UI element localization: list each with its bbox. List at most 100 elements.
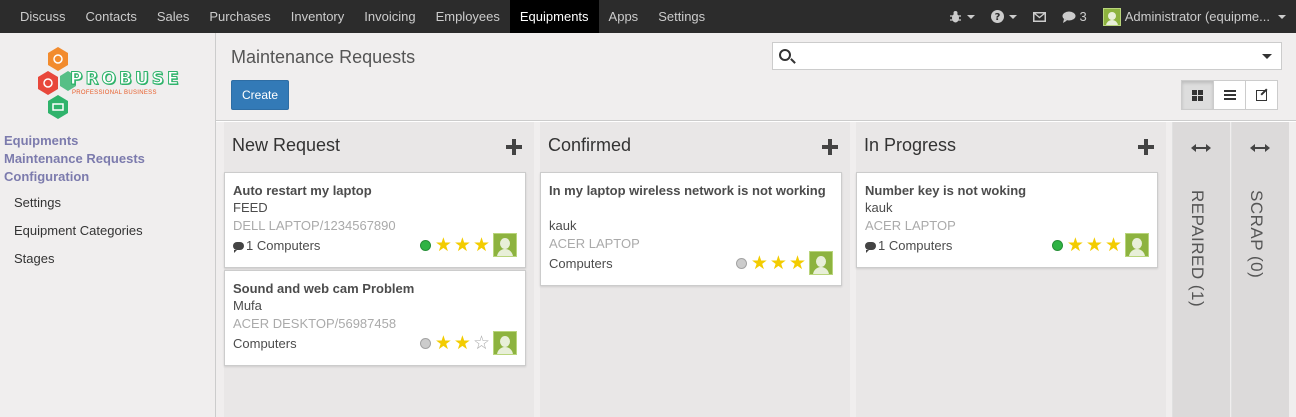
card-meta: ★ ★ ★	[735, 251, 833, 275]
comments-icon	[865, 241, 876, 253]
top-navbar: Discuss Contacts Sales Purchases Invento…	[0, 0, 1296, 33]
kanban-state-indicator[interactable]	[735, 257, 747, 269]
menu-invoicing[interactable]: Invoicing	[354, 0, 425, 33]
request-name: In my laptop wireless network is not wor…	[549, 183, 826, 198]
sidebar-section-equipments[interactable]: Equipments	[4, 133, 78, 148]
menu-discuss[interactable]: Discuss	[10, 0, 76, 33]
add-icon[interactable]	[1138, 139, 1154, 155]
kanban-card[interactable]: Number key is not woking kauk ACER LAPTOP 1…	[856, 172, 1158, 268]
search-bar[interactable]	[772, 42, 1282, 70]
chevron-down-icon	[1278, 14, 1286, 19]
kanban-column: In Progress Number key is not woking kauk A…	[856, 122, 1166, 417]
menu-equipments[interactable]: Equipments	[509, 0, 599, 33]
list-view-icon	[1223, 90, 1236, 100]
star-icon[interactable]: ★	[454, 333, 471, 353]
logo-text: PROBUSE	[70, 69, 182, 90]
user-avatar	[1102, 7, 1121, 26]
card-meta: ★ ★ ★	[419, 233, 517, 257]
card-meta: ★ ★ ★	[1051, 233, 1149, 257]
search-options-toggle[interactable]	[1262, 54, 1272, 59]
star-icon[interactable]: ★	[435, 333, 452, 353]
search-input[interactable]	[799, 46, 1249, 66]
menu-employees[interactable]: Employees	[426, 0, 510, 33]
menu-sales[interactable]: Sales	[147, 0, 200, 33]
chat-count: 3	[1079, 9, 1087, 24]
star-icon[interactable]: ★	[770, 253, 787, 273]
star-icon[interactable]: ☆	[473, 333, 490, 353]
page-title: Maintenance Requests	[231, 47, 416, 67]
kanban-view-icon	[1192, 89, 1203, 101]
form-view-button[interactable]	[1245, 80, 1278, 110]
request-user: FEED	[233, 200, 268, 215]
star-icon[interactable]: ★	[789, 253, 806, 273]
create-button[interactable]: Create	[231, 80, 289, 110]
star-icon[interactable]: ★	[1067, 235, 1084, 255]
company-logo[interactable]: PROBUSE PROFESSIONAL BUSINESS	[38, 47, 179, 119]
star-icon[interactable]: ★	[1105, 235, 1122, 255]
request-name: Sound and web cam Problem	[233, 281, 415, 296]
kanban-board: New Request Auto restart my laptop FEED DEL…	[216, 122, 1296, 417]
control-panel: Maintenance Requests Create	[216, 33, 1296, 121]
kanban-column-folded-repaired[interactable]: REPAIRED (1)	[1172, 122, 1230, 417]
kanban-view-button[interactable]	[1181, 80, 1214, 110]
folded-column-title: REPAIRED (1)	[1188, 190, 1207, 308]
comments-icon	[233, 241, 244, 253]
kanban-card[interactable]: Auto restart my laptop FEED DELL LAPTOP/12…	[224, 172, 526, 268]
list-view-button[interactable]	[1213, 80, 1246, 110]
search-icon	[779, 49, 791, 61]
menu-settings[interactable]: Settings	[648, 0, 715, 33]
column-title: Confirmed	[548, 135, 632, 155]
chat-button[interactable]: 3	[1054, 0, 1095, 33]
kanban-column: New Request Auto restart my laptop FEED DEL…	[224, 122, 534, 417]
star-icon[interactable]: ★	[751, 253, 768, 273]
category-count: 1 Computers	[233, 238, 320, 253]
debug-menu[interactable]	[941, 0, 983, 33]
app-menu: Discuss Contacts Sales Purchases Invento…	[0, 0, 715, 33]
star-icon[interactable]: ★	[454, 235, 471, 255]
add-icon[interactable]	[506, 139, 522, 155]
form-view-icon	[1256, 89, 1267, 101]
sidebar-section-maintenance-requests[interactable]: Maintenance Requests	[4, 151, 145, 166]
sidebar-section-configuration[interactable]: Configuration	[4, 169, 89, 184]
equipment-name: DELL LAPTOP/1234567890	[233, 218, 396, 233]
help-menu[interactable]: ?	[983, 0, 1025, 33]
count-label: Computers	[549, 256, 613, 271]
kanban-state-indicator[interactable]	[419, 337, 431, 349]
count-label: 1 Computers	[878, 238, 953, 253]
kanban-column: Confirmed In my laptop wireless network i…	[540, 122, 850, 417]
menu-inventory[interactable]: Inventory	[281, 0, 354, 33]
menu-apps[interactable]: Apps	[599, 0, 649, 33]
card-meta: ★ ★ ☆	[419, 331, 517, 355]
chevron-down-icon	[966, 14, 975, 19]
star-icon[interactable]: ★	[473, 235, 490, 255]
sidebar-item-settings[interactable]: Settings	[14, 195, 61, 210]
request-name: Number key is not woking	[865, 183, 1027, 198]
menu-purchases[interactable]: Purchases	[199, 0, 280, 33]
request-user: kauk	[549, 218, 577, 233]
svg-text:?: ?	[994, 12, 1000, 23]
user-menu[interactable]: Administrator (equipme...	[1095, 0, 1296, 33]
category-count: 1 Computers	[865, 238, 952, 253]
column-title: In Progress	[864, 135, 957, 155]
chevron-down-icon	[1008, 14, 1017, 19]
expand-icon	[1250, 142, 1270, 154]
add-icon[interactable]	[822, 139, 838, 155]
kanban-card[interactable]: In my laptop wireless network is not wor…	[540, 172, 842, 286]
column-title: New Request	[232, 135, 341, 155]
equipment-name: ACER DESKTOP/56987458	[233, 316, 397, 331]
messages-button[interactable]	[1025, 0, 1054, 33]
category-count: Computers	[549, 256, 613, 271]
sidebar-item-equipment-categories[interactable]: Equipment Categories	[14, 223, 143, 238]
sidebar-item-stages[interactable]: Stages	[14, 251, 54, 266]
bug-icon	[949, 11, 961, 23]
star-icon[interactable]: ★	[435, 235, 452, 255]
kanban-card[interactable]: Sound and web cam Problem Mufa ACER DESKTO…	[224, 270, 526, 366]
avatar	[1125, 233, 1149, 257]
sidebar: PROBUSE PROFESSIONAL BUSINESS Equipments…	[0, 33, 216, 417]
menu-contacts[interactable]: Contacts	[76, 0, 147, 33]
kanban-state-indicator[interactable]	[1051, 239, 1063, 251]
star-icon[interactable]: ★	[1086, 235, 1103, 255]
kanban-state-indicator[interactable]	[419, 239, 431, 251]
kanban-column-folded-scrap[interactable]: SCRAP (0)	[1231, 122, 1289, 417]
view-switcher	[1181, 80, 1278, 110]
